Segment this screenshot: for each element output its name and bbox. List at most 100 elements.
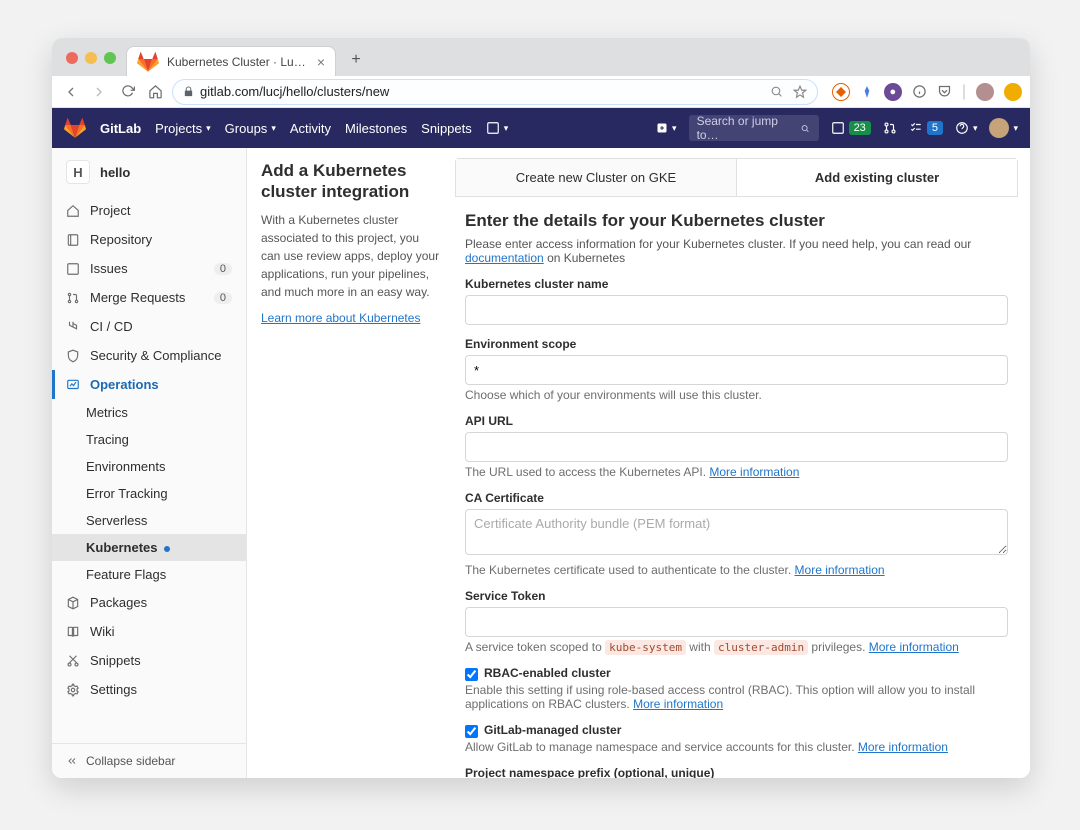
plus-dropdown[interactable]: ▾ [656,122,677,134]
more-info-link[interactable]: More information [795,563,885,577]
info-icon[interactable] [912,84,927,99]
close-tab-icon[interactable]: × [317,54,325,70]
ca-cert-textarea[interactable] [465,509,1008,555]
sidebar-item-settings[interactable]: Settings [52,675,246,704]
managed-help: Allow GitLab to manage namespace and ser… [465,740,1008,754]
snippets-icon [66,654,80,668]
gear-icon [66,683,80,697]
browser-tab[interactable]: Kubernetes Cluster · Luc Jugg × [126,46,336,76]
sidebar-sub-feature-flags[interactable]: Feature Flags [52,561,246,588]
sidebar-sub-serverless[interactable]: Serverless [52,507,246,534]
tab-create-gke[interactable]: Create new Cluster on GKE [456,159,737,196]
sidebar-item-operations[interactable]: Operations [52,370,246,399]
profile-avatar-1[interactable] [976,83,994,101]
sidebar-item-issues[interactable]: Issues0 [52,254,246,283]
cluster-name-input[interactable] [465,295,1008,325]
repository-icon [66,233,80,247]
back-icon[interactable] [60,81,82,103]
prefix-label: Project namespace prefix (optional, uniq… [465,766,1008,778]
more-info-link[interactable]: More information [858,740,948,754]
extension-icon[interactable]: ● [884,83,902,101]
gitlab-brand[interactable]: GitLab [100,121,141,136]
new-tab-button[interactable]: + [342,46,370,74]
collapse-sidebar[interactable]: Collapse sidebar [52,743,246,778]
packages-icon [66,596,80,610]
sidebar-item-packages[interactable]: Packages [52,588,246,617]
bookmark-star-icon[interactable] [793,85,807,99]
gitlab-topnav: GitLab Projects▾ Groups▾ Activity Milest… [52,108,1030,148]
browser-window: Kubernetes Cluster · Luc Jugg × + gitlab… [52,38,1030,778]
sidebar-item-snippets[interactable]: Snippets [52,646,246,675]
cluster-tabs: Create new Cluster on GKE Add existing c… [455,158,1018,197]
sidebar-item-project[interactable]: Project [52,196,246,225]
learn-more-link[interactable]: Learn more about Kubernetes [261,311,420,325]
gitlab-favicon-icon [137,51,159,73]
api-url-input[interactable] [465,432,1008,462]
more-info-link[interactable]: More information [633,697,723,711]
merge-requests-icon[interactable] [883,121,897,135]
help-dropdown[interactable]: ▾ [955,121,978,135]
profile-avatar-2[interactable] [1004,83,1022,101]
reload-icon[interactable] [116,81,138,103]
service-token-input[interactable] [465,607,1008,637]
nav-more-icon[interactable]: ▾ [486,121,509,135]
sidebar-item-merge-requests[interactable]: Merge Requests0 [52,283,246,312]
shield-icon [66,349,80,363]
sidebar-item-cicd[interactable]: CI / CD [52,312,246,341]
cluster-name-label: Kubernetes cluster name [465,277,1008,291]
more-info-link[interactable]: More information [709,465,799,479]
sidebar-sub-metrics[interactable]: Metrics [52,399,246,426]
main-content: Add a Kubernetes cluster integration Wit… [247,148,1030,778]
todos-link[interactable]: 5 [909,121,943,135]
sidebar-item-wiki[interactable]: Wiki [52,617,246,646]
api-url-help: The URL used to access the Kubernetes AP… [465,465,1008,479]
search-placeholder: Search or jump to… [697,114,795,142]
url-bar[interactable]: gitlab.com/lucj/hello/clusters/new [172,79,818,105]
more-info-link[interactable]: More information [869,640,959,654]
managed-checkbox[interactable] [465,725,478,738]
nav-snippets[interactable]: Snippets [421,121,472,136]
nav-activity[interactable]: Activity [290,121,331,136]
sidebar-item-security[interactable]: Security & Compliance [52,341,246,370]
gitlab-logo-icon[interactable] [64,117,86,139]
nav-milestones[interactable]: Milestones [345,121,407,136]
sidebar-sub-error-tracking[interactable]: Error Tracking [52,480,246,507]
extension-icon[interactable] [860,85,874,99]
tab-add-existing[interactable]: Add existing cluster [737,159,1017,196]
forward-icon[interactable] [88,81,110,103]
project-sidebar: H hello Project Repository Issues0 Merge… [52,148,247,778]
ca-cert-label: CA Certificate [465,491,1008,505]
content-area: H hello Project Repository Issues0 Merge… [52,148,1030,778]
rbac-checkbox[interactable] [465,668,478,681]
blue-dot-icon [164,546,170,552]
wiki-icon [66,625,80,639]
search-in-url-icon[interactable] [770,85,783,98]
nav-groups[interactable]: Groups▾ [225,121,276,136]
close-window-icon[interactable] [66,52,78,64]
api-url-label: API URL [465,414,1008,428]
lock-icon [183,86,194,97]
issues-link[interactable]: 23 [831,121,871,135]
pocket-icon[interactable] [937,84,952,99]
operations-icon [66,378,80,392]
sidebar-sub-environments[interactable]: Environments [52,453,246,480]
user-menu[interactable]: ▾ [989,118,1018,138]
form-column: Create new Cluster on GKE Add existing c… [455,148,1030,778]
sidebar-project-header[interactable]: H hello [52,148,246,196]
global-search[interactable]: Search or jump to… [689,115,819,141]
sidebar-item-repository[interactable]: Repository [52,225,246,254]
tab-title: Kubernetes Cluster · Luc Jugg [167,55,309,69]
sidebar-sub-tracing[interactable]: Tracing [52,426,246,453]
home-icon[interactable] [144,81,166,103]
nav-projects[interactable]: Projects▾ [155,121,211,136]
documentation-link[interactable]: documentation [465,251,544,265]
maximize-window-icon[interactable] [104,52,116,64]
sidebar-sub-kubernetes[interactable]: Kubernetes [52,534,246,561]
service-token-label: Service Token [465,589,1008,603]
tab-bar: Kubernetes Cluster · Luc Jugg × + [52,38,1030,76]
url-text: gitlab.com/lucj/hello/clusters/new [200,84,389,99]
service-token-help: A service token scoped to kube-system wi… [465,640,1008,654]
minimize-window-icon[interactable] [85,52,97,64]
env-scope-input[interactable] [465,355,1008,385]
rbac-help: Enable this setting if using role-based … [465,683,1008,711]
